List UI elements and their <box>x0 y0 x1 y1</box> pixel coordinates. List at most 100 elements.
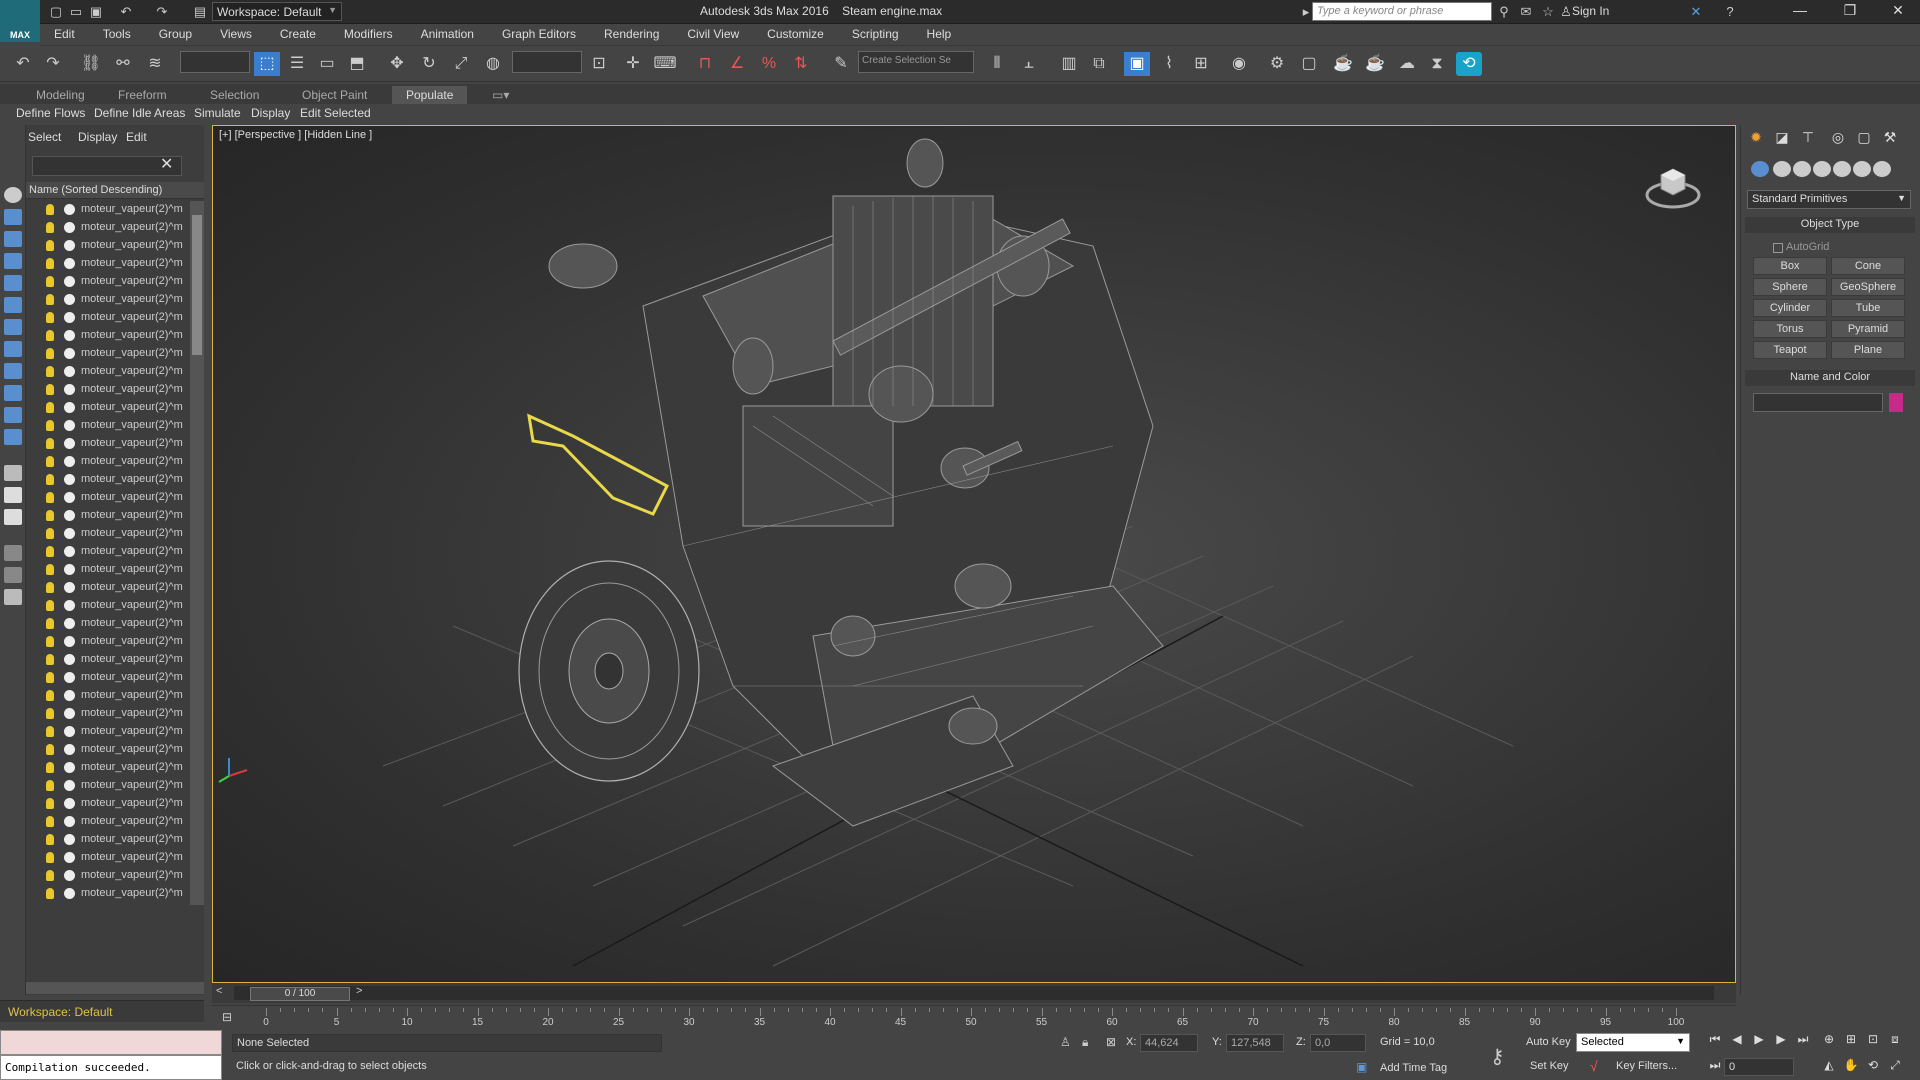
reference-coordinate-dropdown[interactable] <box>512 51 582 73</box>
edit-selected-button[interactable]: Edit Selected <box>300 106 371 120</box>
minimize-button[interactable]: — <box>1780 2 1820 22</box>
auto-key-button[interactable]: Auto Key <box>1526 1036 1571 1048</box>
display-shapes-icon[interactable] <box>4 275 22 291</box>
selection-filter-dropdown[interactable] <box>180 51 250 73</box>
explorer-row[interactable]: moteur_vapeur(2)^m <box>26 885 192 903</box>
time-slider-track[interactable]: 0 / 100 <box>234 986 1714 1001</box>
tab-selection[interactable]: Selection <box>196 86 273 104</box>
percent-snap-icon[interactable]: % <box>756 52 782 76</box>
menu-edit[interactable]: Edit <box>40 24 89 41</box>
scene-explorer-icon[interactable]: ▣ <box>1124 52 1150 76</box>
explorer-row[interactable]: moteur_vapeur(2)^m <box>26 849 192 867</box>
zoom-all-icon[interactable]: ⊞ <box>1842 1032 1860 1050</box>
box-button[interactable]: Box <box>1753 257 1827 275</box>
display-all-icon[interactable] <box>4 209 22 225</box>
display-xrefs-icon[interactable] <box>4 407 22 423</box>
set-key-button[interactable]: Set Key <box>1530 1060 1569 1072</box>
display-none-icon[interactable] <box>4 187 22 203</box>
menu-group[interactable]: Group <box>145 24 206 41</box>
object-type-rollout-header[interactable]: Object Type <box>1745 217 1915 233</box>
light-bulb-icon[interactable] <box>46 420 54 431</box>
curve-editor-icon[interactable]: ⌇ <box>1156 52 1182 76</box>
go-to-end-icon[interactable]: ⏭ <box>1794 1032 1812 1050</box>
spacewarps-category-icon[interactable] <box>1853 161 1871 177</box>
redo-icon[interactable]: ↷ <box>40 52 66 76</box>
explorer-row[interactable]: moteur_vapeur(2)^m <box>26 363 192 381</box>
light-bulb-icon[interactable] <box>46 402 54 413</box>
light-bulb-icon[interactable] <box>46 708 54 719</box>
visibility-icon[interactable] <box>64 888 75 899</box>
visibility-icon[interactable] <box>64 420 75 431</box>
display-spacewarps-icon[interactable] <box>4 363 22 379</box>
a360-gallery-icon[interactable]: ⧗ <box>1424 52 1450 76</box>
explorer-row[interactable]: moteur_vapeur(2)^m <box>26 705 192 723</box>
align-icon[interactable]: ⫠ <box>1016 52 1042 76</box>
lights-category-icon[interactable] <box>1793 161 1811 177</box>
explorer-row[interactable]: moteur_vapeur(2)^m <box>26 597 192 615</box>
explorer-row[interactable]: moteur_vapeur(2)^m <box>26 867 192 885</box>
explorer-row[interactable]: moteur_vapeur(2)^m <box>26 237 192 255</box>
explorer-row[interactable]: moteur_vapeur(2)^m <box>26 759 192 777</box>
motion-tab-icon[interactable]: ◎ <box>1827 129 1849 149</box>
binoculars-icon[interactable]: ⚲ <box>1496 4 1512 20</box>
maxscript-listener-input[interactable] <box>0 1030 222 1055</box>
name-color-rollout-header[interactable]: Name and Color <box>1745 370 1915 386</box>
visibility-icon[interactable] <box>64 780 75 791</box>
define-idle-areas-button[interactable]: Define Idle Areas <box>94 106 185 120</box>
key-filters-button[interactable]: Key Filters... <box>1616 1060 1677 1072</box>
explorer-row[interactable]: moteur_vapeur(2)^m <box>26 435 192 453</box>
tab-object-paint[interactable]: Object Paint <box>288 86 381 104</box>
light-bulb-icon[interactable] <box>46 384 54 395</box>
explorer-row[interactable]: moteur_vapeur(2)^m <box>26 741 192 759</box>
display-bones-icon[interactable] <box>4 429 22 445</box>
light-bulb-icon[interactable] <box>46 312 54 323</box>
create-tab-icon[interactable]: ✹ <box>1745 129 1767 149</box>
plane-button[interactable]: Plane <box>1831 341 1905 359</box>
field-of-view-icon[interactable]: ◭ <box>1820 1058 1838 1076</box>
display-dependents-icon[interactable] <box>4 509 22 525</box>
shapes-category-icon[interactable] <box>1773 161 1791 177</box>
display-children-icon[interactable] <box>4 465 22 481</box>
explorer-menu-display[interactable]: Display <box>78 130 117 144</box>
explorer-row[interactable]: moteur_vapeur(2)^m <box>26 255 192 273</box>
scale-icon[interactable]: ⤢ <box>448 52 474 76</box>
explorer-row[interactable]: moteur_vapeur(2)^m <box>26 291 192 309</box>
menu-graph-editors[interactable]: Graph Editors <box>488 24 590 41</box>
light-bulb-icon[interactable] <box>46 816 54 827</box>
autogrid-checkbox[interactable] <box>1773 243 1783 253</box>
explorer-row[interactable]: moteur_vapeur(2)^m <box>26 543 192 561</box>
light-bulb-icon[interactable] <box>46 600 54 611</box>
light-bulb-icon[interactable] <box>46 780 54 791</box>
visibility-icon[interactable] <box>64 348 75 359</box>
light-bulb-icon[interactable] <box>46 654 54 665</box>
light-bulb-icon[interactable] <box>46 240 54 251</box>
render-in-cloud-icon[interactable]: ☁ <box>1394 52 1420 76</box>
utilities-tab-icon[interactable]: ⚒ <box>1879 129 1901 149</box>
light-bulb-icon[interactable] <box>46 438 54 449</box>
mini-curve-editor-icon[interactable]: ⊟ <box>222 1010 232 1024</box>
favorites-star-icon[interactable]: ☆ <box>1540 4 1556 20</box>
display-cameras-icon[interactable] <box>4 319 22 335</box>
workspace-dropdown-bottom[interactable]: Workspace: Default <box>0 1000 204 1022</box>
select-by-name-icon[interactable]: ☰ <box>284 52 310 76</box>
simulate-button[interactable]: Simulate <box>194 106 241 120</box>
close-button[interactable]: ✕ <box>1878 2 1918 22</box>
isolate-selection-icon[interactable]: ♙ <box>1060 1035 1071 1049</box>
set-keys-key-icon[interactable]: ⚷ <box>1490 1044 1505 1069</box>
explorer-row[interactable]: moteur_vapeur(2)^m <box>26 615 192 633</box>
explorer-row[interactable]: moteur_vapeur(2)^m <box>26 399 192 417</box>
visibility-icon[interactable] <box>64 762 75 773</box>
light-bulb-icon[interactable] <box>46 582 54 593</box>
light-bulb-icon[interactable] <box>46 870 54 881</box>
previous-frame-icon[interactable]: ◀ <box>1728 1032 1746 1050</box>
visibility-icon[interactable] <box>64 474 75 485</box>
light-bulb-icon[interactable] <box>46 510 54 521</box>
track-bar[interactable]: ⊟ 0 5 10 15 20 25 30 35 40 45 50 55 60 65 70 75 80 85 90 95… <box>212 1005 1736 1029</box>
light-bulb-icon[interactable] <box>46 618 54 629</box>
light-bulb-icon[interactable] <box>46 762 54 773</box>
visibility-icon[interactable] <box>64 852 75 863</box>
explorer-row[interactable]: moteur_vapeur(2)^m <box>26 507 192 525</box>
cylinder-button[interactable]: Cylinder <box>1753 299 1827 317</box>
play-icon[interactable]: ▶ <box>1750 1032 1768 1050</box>
explorer-row[interactable]: moteur_vapeur(2)^m <box>26 471 192 489</box>
